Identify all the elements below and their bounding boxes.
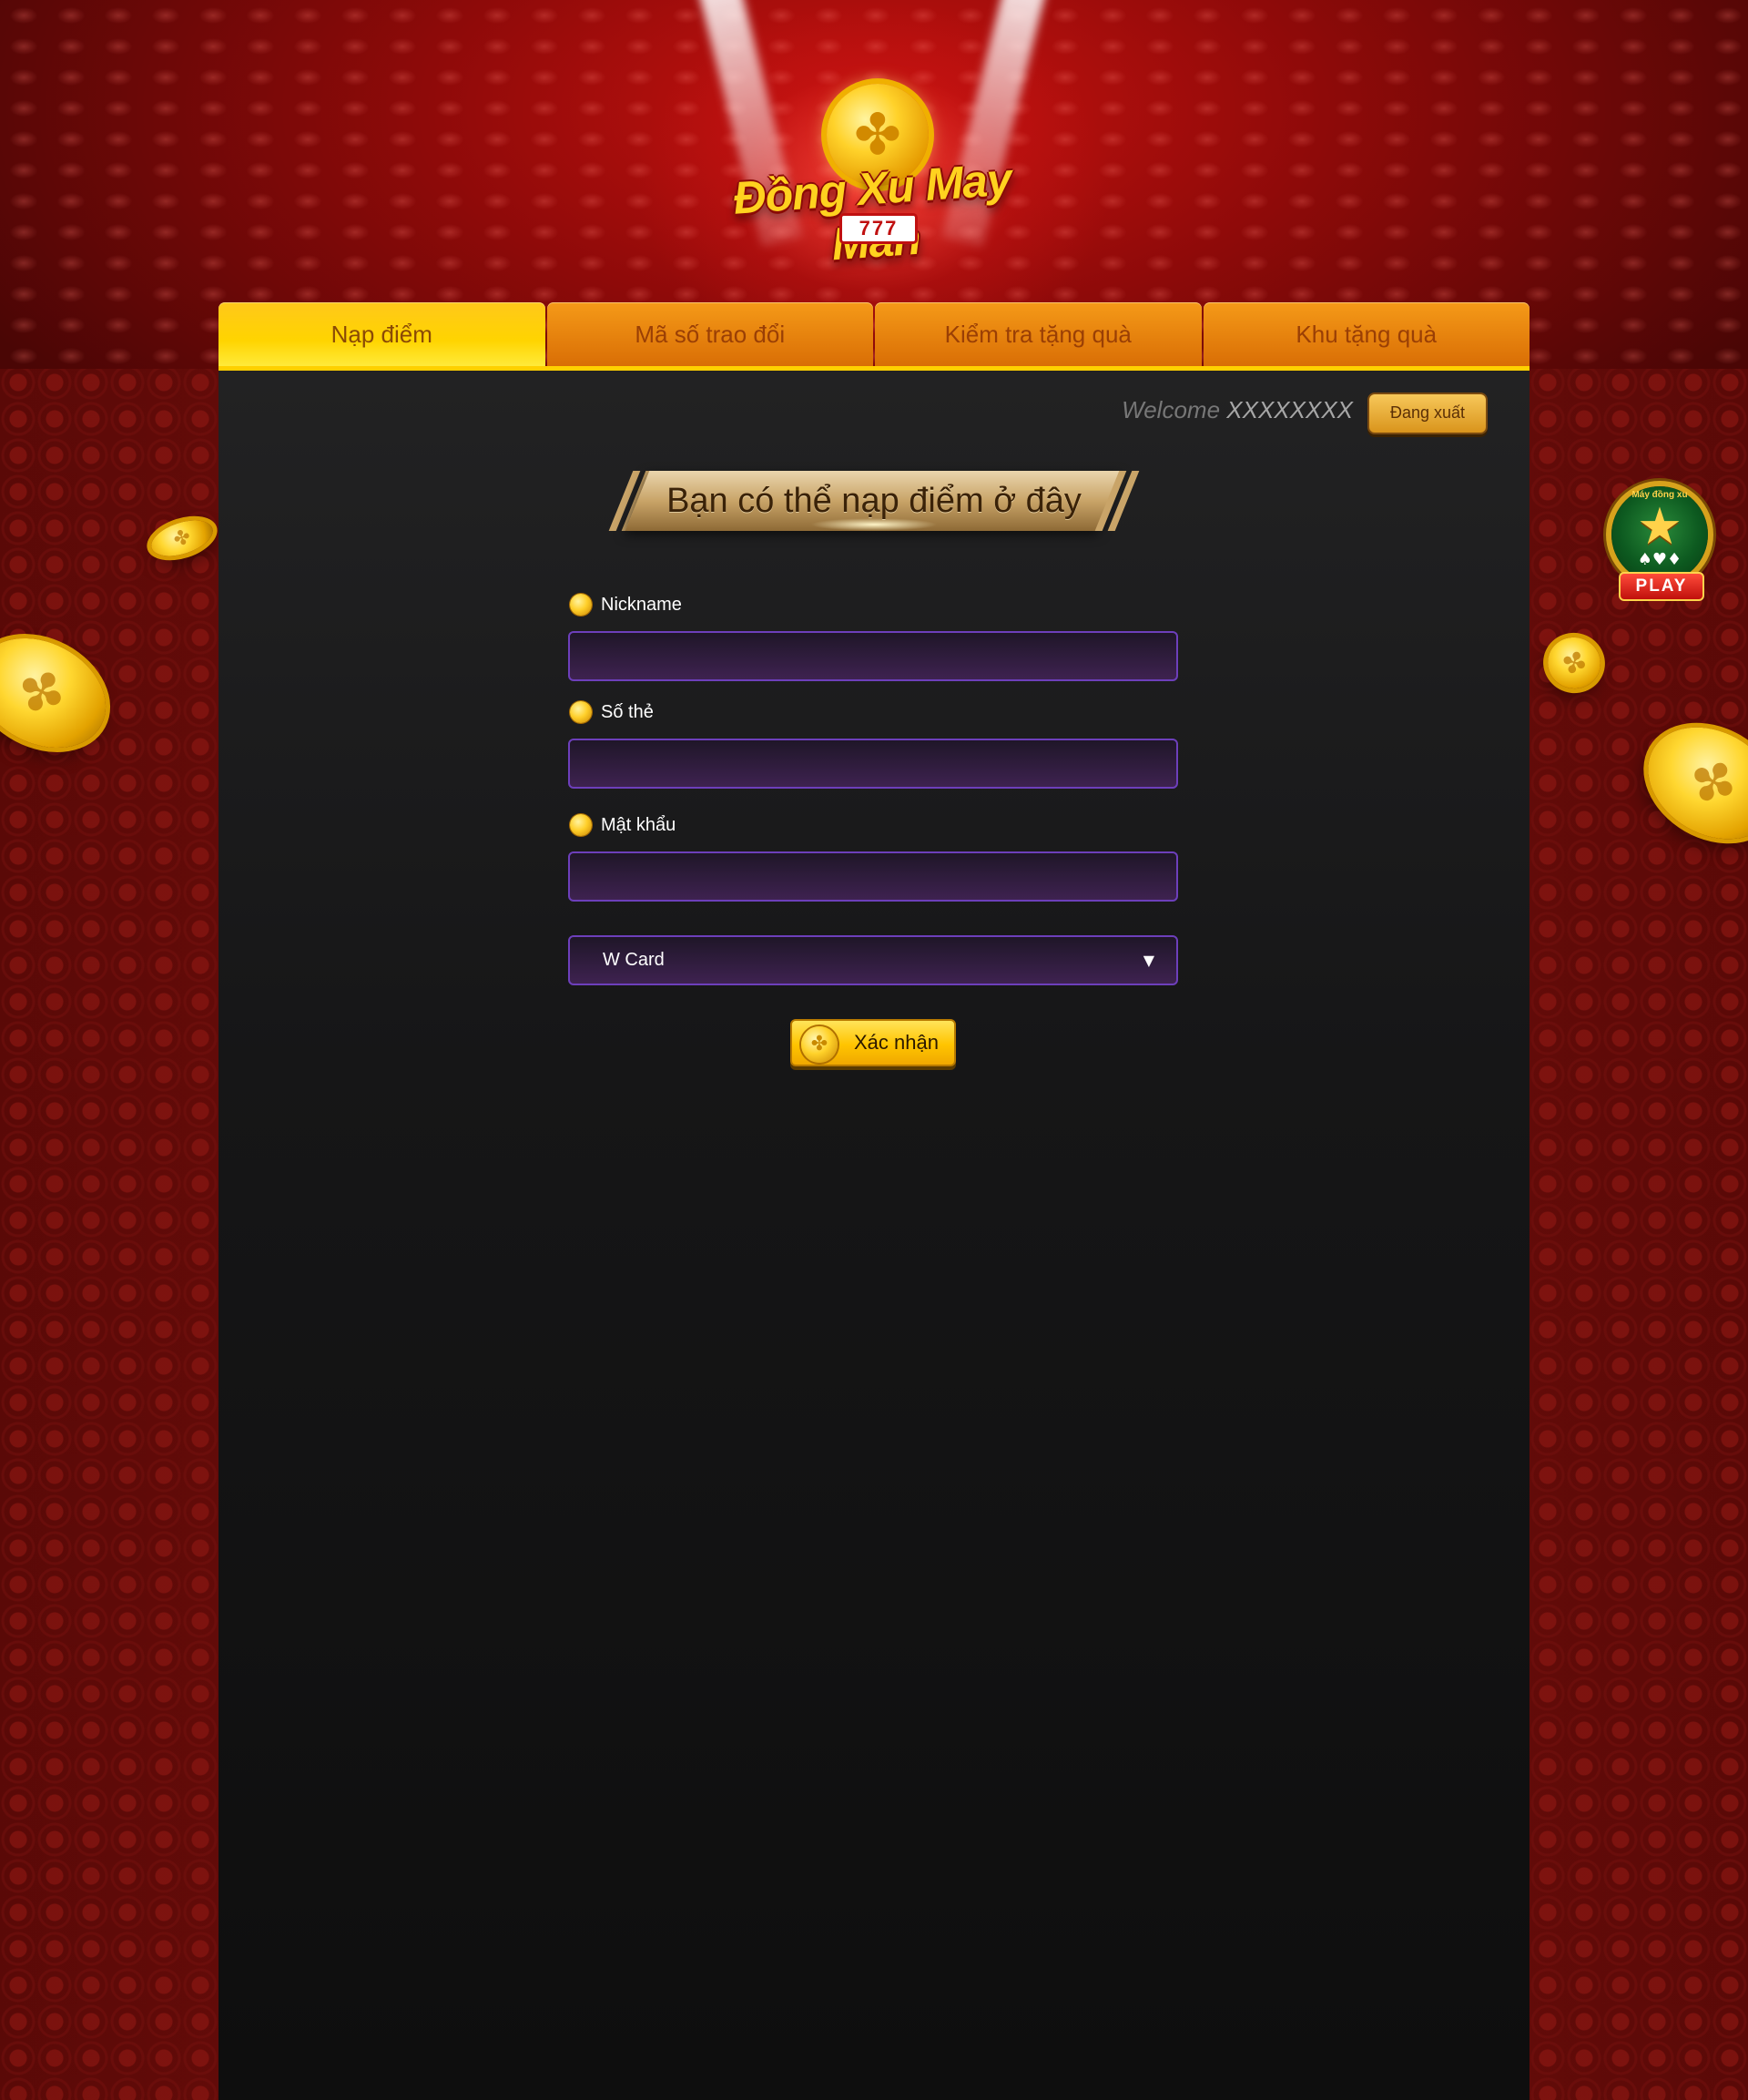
password-label: Mật khẩu (568, 811, 1178, 839)
card-number-label: Số thẻ (568, 698, 1178, 726)
welcome-prefix: Welcome (1122, 396, 1221, 423)
nickname-input[interactable] (568, 631, 1178, 681)
decor-coin-icon (0, 617, 126, 770)
tab-ma-so-trao-doi[interactable]: Mã số trao đổi (546, 302, 873, 366)
main-content: Welcome XXXXXXXX Đang xuất Bạn có thể nạ… (218, 371, 1530, 2100)
logo-777-badge: 777 (839, 213, 918, 244)
nickname-label-text: Nickname (601, 595, 682, 615)
banner-title: Bạn có thể nạp điểm ở đây (666, 482, 1082, 520)
tab-nap-diem[interactable]: Nạp điểm (218, 302, 545, 366)
play-button[interactable]: PLAY (1619, 572, 1704, 601)
logout-button[interactable]: Đang xuất (1367, 392, 1488, 434)
password-input[interactable] (568, 851, 1178, 902)
username: XXXXXXXX (1226, 396, 1353, 423)
decor-coin-icon (147, 514, 218, 563)
coin-icon (570, 701, 592, 723)
main-tabs: Nạp điểm Mã số trao đổi Kiểm tra tặng qu… (218, 302, 1530, 371)
decor-coin-icon (1540, 630, 1608, 696)
section-banner: Bạn có thể nạp điểm ở đây (601, 471, 1147, 533)
tab-kiem-tra-tang-qua[interactable]: Kiểm tra tặng quà (875, 302, 1202, 366)
card-number-input[interactable] (568, 739, 1178, 789)
nickname-label: Nickname (568, 591, 1178, 618)
play-badge-icon[interactable]: Máy đồng xu ★ ♠♥♦ PLAY (1606, 486, 1713, 614)
card-number-field-group: Số thẻ (568, 698, 1178, 789)
decor-coin-icon (1628, 705, 1748, 861)
card-type-value: W Card (603, 950, 665, 970)
tab-khu-tang-qua[interactable]: Khu tặng quà (1203, 302, 1530, 366)
triangle-down-icon: ▼ (1143, 952, 1154, 969)
password-label-text: Mật khẩu (601, 815, 676, 835)
nickname-field-group: Nickname (568, 591, 1178, 681)
password-field-group: Mật khẩu (568, 811, 1178, 902)
card-number-label-text: Số thẻ (601, 702, 654, 722)
welcome-text: Welcome XXXXXXXX (1122, 396, 1353, 424)
cards-icon: ♠♥♦ (1637, 550, 1682, 569)
card-type-select[interactable]: W Card ▼ (568, 935, 1178, 985)
confirm-button[interactable]: Xác nhận (790, 1019, 956, 1066)
star-icon: ★ (1636, 497, 1683, 556)
coin-icon (801, 1026, 838, 1063)
coin-icon (570, 594, 592, 616)
coin-icon (570, 814, 592, 836)
game-logo[interactable]: Đồng Xu May Mắn 777 (692, 75, 1056, 270)
confirm-button-label: Xác nhận (854, 1031, 939, 1054)
